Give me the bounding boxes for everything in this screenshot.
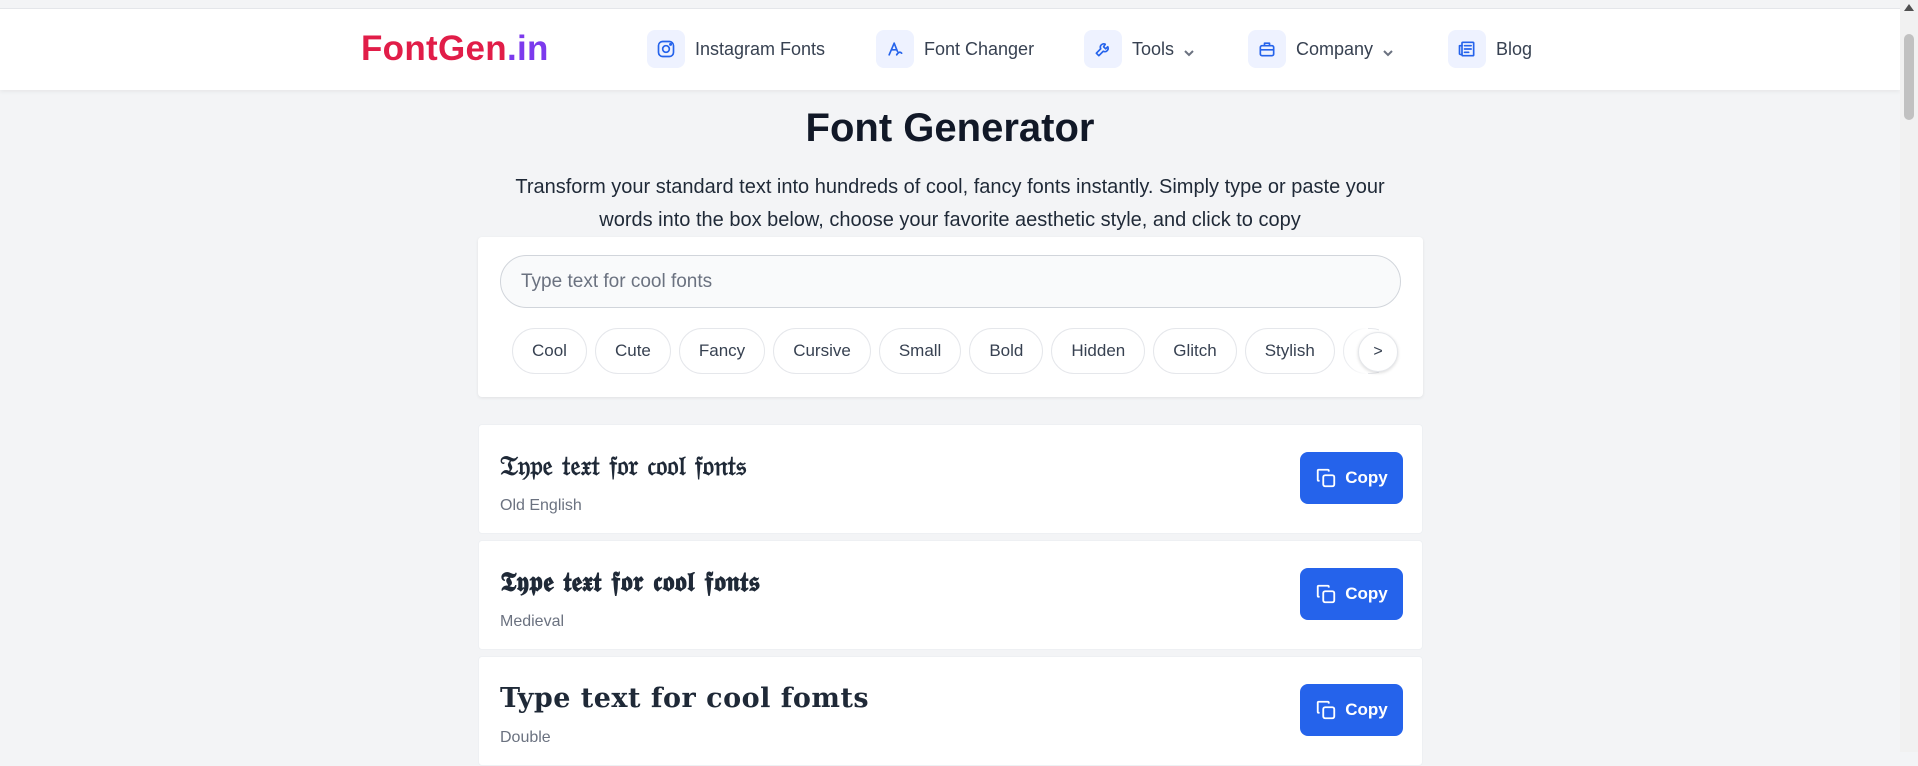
site-header: FontGen.in Instagram Fonts Font Changer … (0, 9, 1900, 90)
chips-scroll-next-button[interactable]: > (1358, 332, 1398, 372)
font-style-label: Medieval (500, 613, 565, 630)
chip-hidden[interactable]: Hidden (1051, 328, 1146, 374)
copy-icon (1317, 584, 1336, 604)
page-title: Font Generator (805, 106, 1095, 150)
newspaper-icon (1448, 30, 1486, 68)
nav-tools[interactable]: Tools (1084, 30, 1195, 68)
chevron-down-icon (1382, 43, 1394, 57)
nav-label: Font Changer (924, 38, 1035, 59)
font-style-label: Old English (500, 497, 582, 514)
font-result-card: 𝕿𝖞𝖕𝖊 𝖙𝖊𝖝𝖙 𝖋𝖔𝖗 𝖈𝖔𝖔𝖑 𝖋𝖔𝖓𝖙𝖘 Medieval Copy (478, 540, 1423, 650)
text-input[interactable] (500, 255, 1401, 308)
chip-cool[interactable]: Cool (512, 328, 587, 374)
font-result-card: 𝔗𝔶𝔭𝔢 𝔱𝔢𝔵𝔱 𝔣𝔬𝔯 𝔠𝔬𝔬𝔩 𝔣𝔬𝔫𝔱𝔰 Old English Cop… (478, 424, 1423, 534)
wrench-icon (1084, 30, 1122, 68)
copy-icon (1317, 468, 1336, 488)
scroll-up-arrow-icon[interactable] (1904, 4, 1914, 11)
font-changer-icon (876, 30, 914, 68)
nav-label: Tools (1132, 38, 1175, 59)
style-chip-bar: Cool Cute Fancy Cursive Small Bold Hidden Glitc… (512, 328, 1379, 376)
chip-bold[interactable]: Bold (969, 328, 1044, 374)
font-sample-text: Type text for cool fomts (500, 683, 870, 714)
nav-font-changer[interactable]: Font Changer (876, 30, 1034, 68)
nav-company[interactable]: Company (1248, 30, 1394, 68)
nav-label: Company (1296, 38, 1374, 59)
nav-instagram-fonts[interactable]: Instagram Fonts (647, 30, 825, 68)
logo-text-main: FontGen (361, 29, 507, 68)
chip-glitch[interactable]: Glitch (1153, 328, 1237, 374)
chevron-down-icon (1183, 43, 1195, 57)
generator-panel: CoolCuteFancyCursiveSmallBoldHiddenGlitc… (478, 237, 1423, 397)
briefcase-icon (1248, 30, 1286, 68)
scrollbar-thumb[interactable] (1904, 34, 1914, 120)
logo-text-domain: .in (506, 29, 549, 68)
copy-button[interactable]: Copy (1300, 568, 1403, 620)
page-scrollbar[interactable] (1900, 0, 1918, 752)
copy-button[interactable]: Copy (1300, 684, 1403, 736)
nav-label: Instagram Fonts (695, 38, 826, 59)
nav-blog[interactable]: Blog (1448, 30, 1532, 68)
copy-icon (1317, 700, 1336, 720)
copy-label: Copy (1345, 584, 1388, 603)
font-result-card: Type text for cool fomts Double Copy (478, 656, 1423, 766)
copy-label: Copy (1345, 700, 1388, 719)
chip-stylish[interactable]: Stylish (1244, 328, 1335, 374)
nav-label: Blog (1496, 38, 1533, 59)
browser-top-strip (0, 0, 1900, 9)
chip-cute[interactable]: Cute (594, 328, 671, 374)
font-sample-text: 𝔗𝔶𝔭𝔢 𝔱𝔢𝔵𝔱 𝔣𝔬𝔯 𝔠𝔬𝔬𝔩 𝔣𝔬𝔫𝔱𝔰 (500, 451, 747, 482)
font-style-label: Double (500, 729, 551, 746)
chip-small[interactable]: Small (878, 328, 962, 374)
instagram-icon (647, 30, 685, 68)
font-sample-text: 𝕿𝖞𝖕𝖊 𝖙𝖊𝖝𝖙 𝖋𝖔𝖗 𝖈𝖔𝖔𝖑 𝖋𝖔𝖓𝖙𝖘 (500, 567, 761, 598)
chip-cursive[interactable]: Cursive (773, 328, 871, 374)
page-description: Transform your standard text into hundre… (515, 176, 1385, 231)
site-logo[interactable]: FontGen.in (361, 29, 549, 69)
copy-button[interactable]: Copy (1300, 452, 1403, 504)
copy-label: Copy (1345, 468, 1388, 487)
chip-fancy[interactable]: Fancy (678, 328, 766, 374)
